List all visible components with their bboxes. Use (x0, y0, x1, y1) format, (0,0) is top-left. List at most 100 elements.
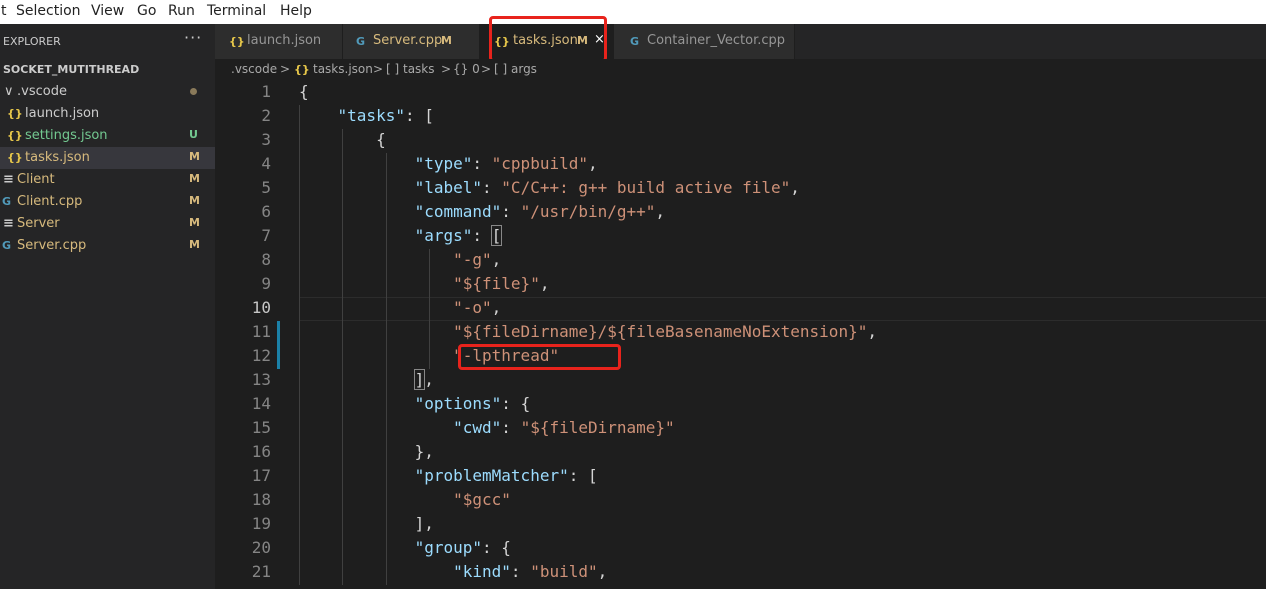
project-folder-title[interactable]: SOCKET_MUTITHREAD (3, 63, 139, 76)
json-punctuation: ], (299, 514, 434, 533)
menu-file-partial[interactable]: t (1, 3, 7, 19)
code-line: ], (299, 514, 434, 533)
code-line: "label": "C/C++: g++ build active file", (299, 178, 800, 197)
json-punctuation (299, 154, 415, 173)
breadcrumb-folder[interactable]: .vscode (231, 62, 277, 76)
line-number: 5 (261, 178, 271, 197)
breadcrumb-separator: > (373, 62, 384, 76)
json-punctuation: , (655, 202, 666, 221)
json-punctuation (299, 418, 453, 437)
code-line: "options": { (299, 394, 531, 413)
tree-item-settings-json[interactable]: {} settings.json U (0, 125, 215, 147)
json-key: "label" (414, 178, 483, 197)
explorer-sidebar: EXPLORER ··· SOCKET_MUTITHREAD ∨ .vscode… (0, 24, 215, 589)
json-punctuation (299, 202, 415, 221)
menu-selection[interactable]: Selection (16, 3, 81, 19)
menu-terminal[interactable]: Terminal (207, 3, 266, 19)
line-number: 15 (251, 418, 271, 437)
tree-item-client[interactable]: ≡ Client M (0, 169, 215, 191)
line-number: 1 (261, 82, 271, 101)
json-file-icon: {} (7, 151, 23, 164)
json-punctuation: , (424, 370, 434, 389)
modified-badge: M (441, 34, 452, 47)
json-punctuation (299, 322, 453, 341)
json-punctuation (299, 370, 415, 389)
code-editor[interactable]: 1 2 3 4 5 6 7 8 9 10 11 12 13 14 15 16 17 18 19 20 21 { "tas… (215, 81, 1266, 589)
json-file-icon: {} (7, 107, 23, 120)
json-punctuation: { (299, 82, 309, 101)
tree-item-label: Server (17, 216, 60, 231)
modified-badge: M (189, 216, 200, 229)
json-punctuation: : (501, 202, 521, 221)
json-string: "$gcc" (453, 490, 511, 509)
json-key: "type" (414, 154, 473, 173)
json-punctuation: , (587, 154, 598, 173)
code-line: "type": "cppbuild", (299, 154, 598, 173)
json-punctuation: : (510, 562, 531, 581)
json-string: "${fileDirname}/${fileBasenameNoExtensio… (453, 322, 868, 341)
tree-item-server-cpp[interactable]: G Server.cpp M (0, 235, 215, 257)
code-line: { (299, 130, 386, 149)
matched-bracket: ] (413, 369, 426, 390)
json-string: "/usr/bin/g++" (520, 202, 656, 221)
json-string: "cppbuild" (491, 154, 588, 173)
code-line: "${fileDirname}/${fileBasenameNoExtensio… (299, 322, 877, 341)
code-line: "group": { (299, 538, 511, 557)
untracked-badge: U (189, 128, 198, 141)
cpp-file-icon: G (2, 239, 12, 252)
line-number: 14 (251, 394, 271, 413)
binary-file-icon: ≡ (3, 172, 14, 187)
json-key: "cwd" (453, 418, 502, 437)
tree-item-client-cpp[interactable]: G Client.cpp M (0, 191, 215, 213)
code-line: { (299, 82, 309, 101)
json-punctuation: : (482, 178, 502, 197)
line-number: 18 (251, 490, 271, 509)
cpp-file-icon: G (2, 195, 12, 208)
json-punctuation (299, 274, 453, 293)
json-punctuation (299, 394, 415, 413)
tree-item-server[interactable]: ≡ Server M (0, 213, 215, 235)
code-line: "-g", (299, 250, 501, 269)
code-line: "cwd": "${fileDirname}" (299, 418, 675, 437)
tab-server-cpp[interactable]: G Server.cpp M (343, 24, 480, 59)
tree-item-label: launch.json (25, 106, 100, 121)
menu-view[interactable]: View (91, 3, 124, 19)
tree-item-label: .vscode (17, 84, 67, 99)
json-punctuation: , (790, 178, 800, 197)
line-number: 17 (251, 466, 271, 485)
tree-item-tasks-json[interactable]: {} tasks.json M (0, 147, 215, 169)
modified-badge: M (189, 150, 200, 163)
tree-item-label: settings.json (25, 128, 108, 143)
breadcrumb: .vscode > {} tasks.json > [ ] tasks > {}… (215, 59, 1266, 81)
json-punctuation: , (491, 298, 502, 317)
breadcrumb-item-0[interactable]: {} 0 (453, 62, 480, 76)
breadcrumb-tasks[interactable]: [ ] tasks (386, 62, 435, 76)
json-file-icon: {} (294, 63, 310, 76)
breadcrumb-args[interactable]: [ ] args (494, 62, 537, 76)
json-punctuation: : { (501, 394, 531, 413)
tab-label: launch.json (247, 33, 322, 48)
line-number: 6 (261, 202, 271, 221)
json-punctuation: }, (299, 442, 434, 461)
json-punctuation: : (472, 154, 492, 173)
line-number: 7 (261, 226, 271, 245)
editor-tab-bar: {} launch.json G Server.cpp M {} tasks.j… (215, 24, 1266, 59)
more-actions-icon[interactable]: ··· (184, 28, 202, 47)
tree-item-vscode-folder[interactable]: ∨ .vscode (0, 81, 215, 103)
json-key: "command" (414, 202, 502, 221)
menu-run[interactable]: Run (168, 3, 195, 19)
json-punctuation: : (501, 418, 521, 437)
chevron-down-icon: ∨ (4, 84, 14, 99)
breadcrumb-file[interactable]: tasks.json (313, 62, 373, 76)
tab-container-vector-cpp[interactable]: G Container_Vector.cpp (614, 24, 795, 59)
json-punctuation: , (539, 274, 550, 293)
code-line: "problemMatcher": [ (299, 466, 598, 485)
tab-label: Server.cpp (373, 33, 443, 48)
menu-help[interactable]: Help (280, 3, 312, 19)
json-punctuation (299, 106, 338, 125)
line-number: 13 (251, 370, 271, 389)
tree-item-launch-json[interactable]: {} launch.json (0, 103, 215, 125)
tab-launch-json[interactable]: {} launch.json (215, 24, 343, 59)
line-number: 10 (251, 298, 271, 317)
menu-go[interactable]: Go (137, 3, 156, 19)
